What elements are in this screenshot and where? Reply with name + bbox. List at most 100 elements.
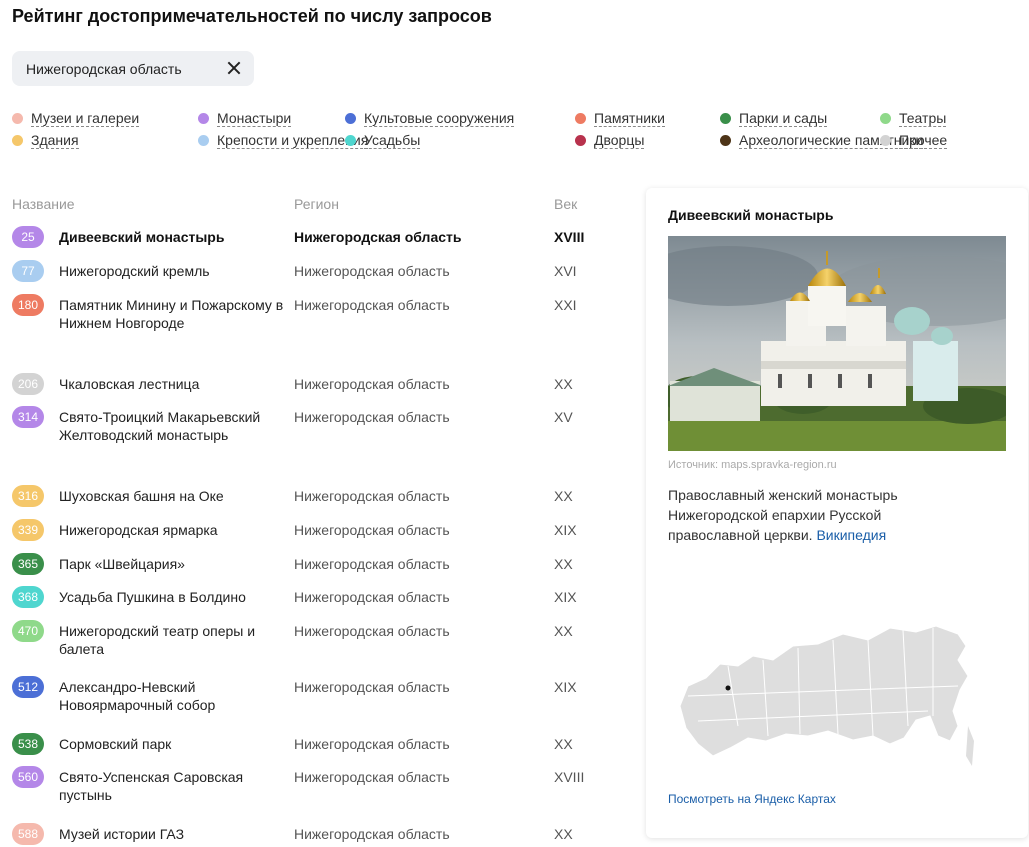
- legend-label: Прочее: [899, 132, 948, 149]
- attraction-region: Нижегородская область: [294, 409, 450, 425]
- attraction-region: Нижегородская область: [294, 263, 450, 279]
- card-description: Православный женский монастырь Нижегород…: [668, 485, 968, 545]
- page-title: Рейтинг достопримечательностей по числу …: [12, 6, 492, 26]
- legend-dot-icon: [880, 113, 891, 124]
- monastery-photo: [668, 236, 1006, 451]
- attraction-name[interactable]: Александро-Невский Новоярмарочный собор: [59, 678, 284, 714]
- yandex-maps-link[interactable]: Посмотреть на Яндекс Картах: [668, 792, 836, 806]
- legend-dot-icon: [198, 113, 209, 124]
- attraction-century: XIX: [554, 679, 577, 695]
- attraction-name[interactable]: Свято-Троицкий Макарьевский Желтоводский…: [59, 408, 284, 444]
- attraction-century: XXI: [554, 297, 577, 313]
- legend-label: Усадьбы: [364, 132, 421, 149]
- card-title: Дивеевский монастырь: [668, 207, 834, 223]
- legend-dot-icon: [198, 135, 209, 146]
- attraction-region: Нижегородская область: [294, 826, 450, 842]
- rank-badge: 560: [12, 766, 44, 788]
- legend-item[interactable]: Усадьбы: [345, 132, 421, 149]
- legend-item[interactable]: Прочее: [880, 132, 948, 149]
- legend-dot-icon: [880, 135, 891, 146]
- legend-item[interactable]: Культовые сооружения: [345, 110, 515, 127]
- rank-badge: 25: [12, 226, 44, 248]
- legend-dot-icon: [720, 135, 731, 146]
- attraction-century: XX: [554, 736, 573, 752]
- attraction-century: XX: [554, 826, 573, 842]
- attraction-name[interactable]: Нижегородская ярмарка: [59, 521, 284, 539]
- rank-badge: 206: [12, 373, 44, 395]
- legend-item[interactable]: Памятники: [575, 110, 665, 127]
- legend-dot-icon: [575, 135, 586, 146]
- attraction-region: Нижегородская область: [294, 229, 462, 245]
- legend-dot-icon: [575, 113, 586, 124]
- attraction-name[interactable]: Памятник Минину и Пожарскому в Нижнем Но…: [59, 296, 284, 332]
- column-header-name[interactable]: Название: [12, 196, 75, 212]
- attraction-name[interactable]: Дивеевский монастырь: [59, 228, 284, 246]
- legend-item[interactable]: Дворцы: [575, 132, 645, 149]
- legend-label: Памятники: [594, 110, 665, 127]
- attraction-name[interactable]: Свято-Успенская Саровская пустынь: [59, 768, 284, 804]
- legend-label: Здания: [31, 132, 79, 149]
- attraction-name[interactable]: Шуховская башня на Оке: [59, 487, 284, 505]
- attraction-name[interactable]: Нижегородский кремль: [59, 262, 284, 280]
- rank-badge: 368: [12, 586, 44, 608]
- attraction-century: XX: [554, 376, 573, 392]
- attraction-century: XVIII: [554, 769, 585, 785]
- column-header-century[interactable]: Век: [554, 196, 577, 212]
- attraction-region: Нижегородская область: [294, 769, 450, 785]
- attraction-century: XX: [554, 488, 573, 504]
- attraction-century: XIX: [554, 589, 577, 605]
- legend-label: Монастыри: [217, 110, 292, 127]
- attraction-region: Нижегородская область: [294, 736, 450, 752]
- rank-badge: 339: [12, 519, 44, 541]
- attraction-region: Нижегородская область: [294, 297, 450, 313]
- legend-dot-icon: [720, 113, 731, 124]
- attraction-century: XVI: [554, 263, 577, 279]
- region-filter-label: Нижегородская область: [26, 60, 182, 77]
- rank-badge: 314: [12, 406, 44, 428]
- attraction-name[interactable]: Парк «Швейцария»: [59, 555, 284, 573]
- attraction-name[interactable]: Сормовский парк: [59, 735, 284, 753]
- legend-dot-icon: [345, 135, 356, 146]
- detail-card: Дивеевский монастырь Источник: maps.spra…: [646, 188, 1028, 838]
- wikipedia-link[interactable]: Википедия: [816, 527, 886, 543]
- attraction-name[interactable]: Чкаловская лестница: [59, 375, 284, 393]
- attraction-name[interactable]: Музей истории ГАЗ: [59, 825, 284, 843]
- rank-badge: 538: [12, 733, 44, 755]
- legend-dot-icon: [12, 135, 23, 146]
- legend-item[interactable]: Здания: [12, 132, 79, 149]
- column-header-region[interactable]: Регион: [294, 196, 339, 212]
- close-icon[interactable]: [226, 60, 242, 76]
- attraction-region: Нижегородская область: [294, 522, 450, 538]
- legend-item[interactable]: Музеи и галереи: [12, 110, 140, 127]
- region-filter-chip[interactable]: Нижегородская область: [12, 51, 254, 86]
- legend-label: Музеи и галереи: [31, 110, 140, 127]
- attraction-region: Нижегородская область: [294, 556, 450, 572]
- rank-badge: 316: [12, 485, 44, 507]
- legend-label: Культовые сооружения: [364, 110, 515, 127]
- legend-label: Дворцы: [594, 132, 645, 149]
- attraction-region: Нижегородская область: [294, 589, 450, 605]
- rank-badge: 180: [12, 294, 44, 316]
- rank-badge: 77: [12, 260, 44, 282]
- attraction-century: XX: [554, 556, 573, 572]
- attraction-region: Нижегородская область: [294, 679, 450, 695]
- attraction-name[interactable]: Нижегородский театр оперы и балета: [59, 622, 284, 658]
- attraction-name[interactable]: Усадьба Пушкина в Болдино: [59, 588, 284, 606]
- legend-item[interactable]: Театры: [880, 110, 947, 127]
- photo-source: Источник: maps.spravka-region.ru: [668, 459, 837, 471]
- attraction-century: XIX: [554, 522, 577, 538]
- attraction-region: Нижегородская область: [294, 488, 450, 504]
- legend-item[interactable]: Монастыри: [198, 110, 292, 127]
- rank-badge: 470: [12, 620, 44, 642]
- rank-badge: 588: [12, 823, 44, 845]
- attraction-century: XVIII: [554, 229, 585, 245]
- legend-dot-icon: [345, 113, 356, 124]
- legend-label: Театры: [899, 110, 947, 127]
- rank-badge: 365: [12, 553, 44, 575]
- legend-item[interactable]: Крепости и укрепления: [198, 132, 369, 149]
- russia-map[interactable]: [668, 616, 988, 791]
- attraction-century: XV: [554, 409, 573, 425]
- legend-label: Парки и сады: [739, 110, 828, 127]
- legend-item[interactable]: Парки и сады: [720, 110, 828, 127]
- attraction-region: Нижегородская область: [294, 376, 450, 392]
